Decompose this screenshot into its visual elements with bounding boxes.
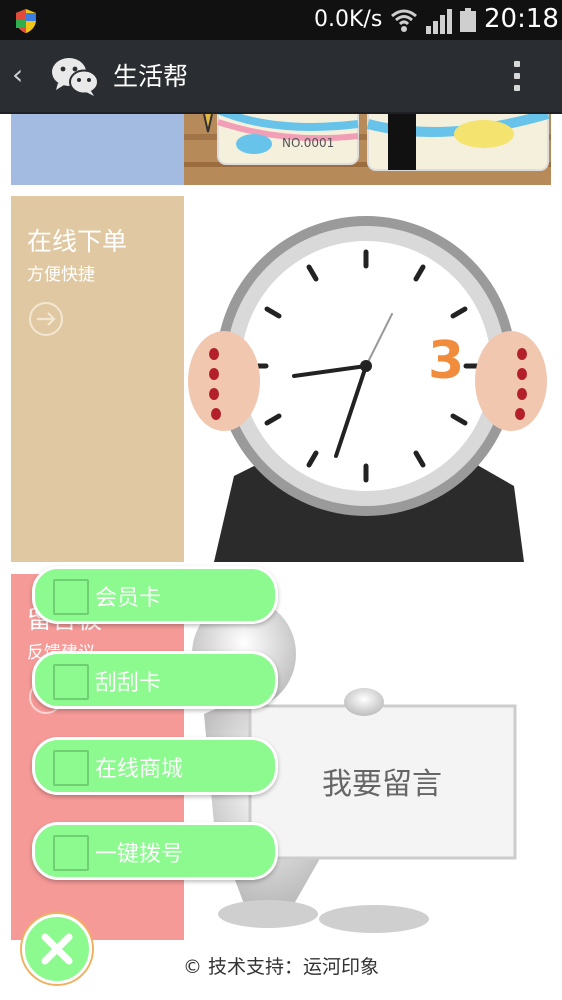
menu-item-label: 在线商城 [95,757,184,782]
arrow-right-circle-icon[interactable] [27,300,65,338]
overflow-menu-icon[interactable] [507,58,527,98]
tile-title: 在线下单 [27,227,128,256]
tile-membership-panel[interactable] [11,114,184,185]
battery-icon [460,8,476,32]
status-bar: 0.0K/s 20:18 [0,0,562,40]
back-icon[interactable]: ‹ [12,58,32,91]
menu-item-one-click-dial[interactable]: 一键拨号 [32,822,278,880]
shield-icon [16,9,36,33]
clock-number-three: 3 [428,331,464,391]
checkbox-icon [53,579,89,615]
clock: 20:18 [484,4,559,34]
menu-item-label: 刮刮卡 [95,671,162,696]
menu-item-online-mall[interactable]: 在线商城 [32,737,278,795]
footer-credit: © 技术支持：运河印象 [182,956,380,978]
network-speed: 0.0K/s [314,7,383,32]
wifi-icon [391,9,417,32]
menu-item-membership-card[interactable]: 会员卡 [32,566,278,624]
membership-cards-illustration: NO.0001 [184,114,551,185]
leave-message-sign-text: 我要留言 [322,767,442,802]
menu-item-scratch-card[interactable]: 刮刮卡 [32,651,278,709]
membership-card-image[interactable]: NO.0001 [184,114,551,185]
wechat-icon [52,58,99,96]
clock-image[interactable]: 3 [184,196,551,562]
checkbox-icon [53,750,89,786]
checkbox-icon [53,664,89,700]
menu-item-label: 一键拨号 [95,842,184,867]
checkbox-icon [53,835,89,871]
signal-icon [426,9,452,34]
tile-online-order[interactable]: 在线下单 方便快捷 [11,196,193,562]
title-bar: ‹ 生活帮 [0,40,562,114]
tile-subtitle: 方便快捷 [27,265,95,285]
page-title: 生活帮 [113,62,189,91]
clock-illustration: 3 [188,216,547,562]
card-number-text: NO.0001 [282,136,334,150]
menu-item-label: 会员卡 [95,586,162,611]
